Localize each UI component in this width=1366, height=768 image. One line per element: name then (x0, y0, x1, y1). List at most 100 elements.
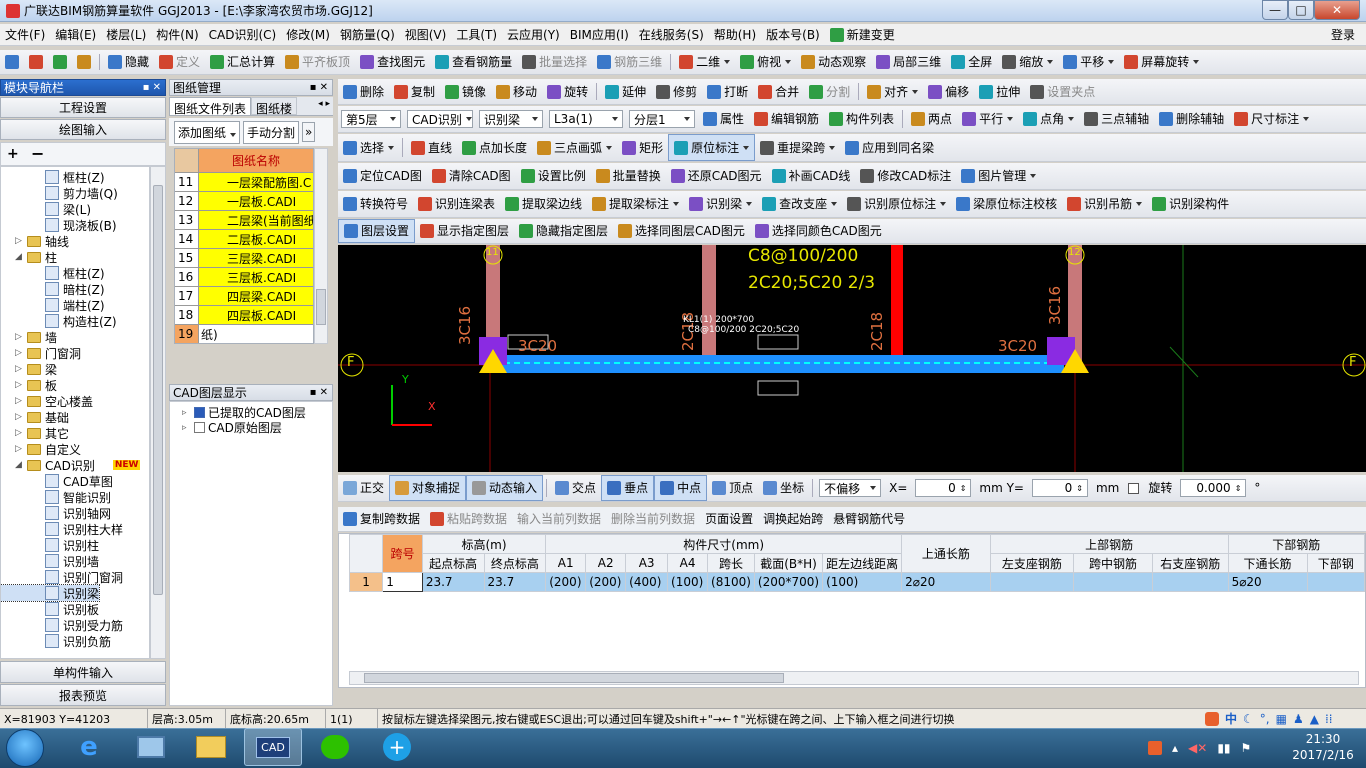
tree-folder[interactable]: ▷ 自定义 (1, 441, 81, 457)
tb6-3-button[interactable]: 提取梁标注 (587, 191, 684, 217)
moon-icon[interactable]: ☾ (1243, 712, 1254, 726)
tree-folder[interactable]: ▷ 轴线 (1, 233, 69, 249)
tree-item[interactable]: 构造柱(Z) (1, 313, 117, 329)
tree-item[interactable]: 智能识别 (1, 489, 111, 505)
tb4-4-button[interactable]: 矩形 (617, 134, 668, 161)
tb2-1-button[interactable]: 复制 (389, 79, 440, 104)
minimize-button[interactable]: — (1262, 0, 1288, 20)
tb2-2-button[interactable]: 镜像 (440, 79, 491, 104)
tree-folder[interactable]: ▷ 空心楼盖 (1, 393, 93, 409)
user-icon[interactable]: ♟ (1293, 712, 1304, 726)
tree-folder[interactable]: ▷ 门窗洞 (1, 345, 81, 361)
tb2-4-button[interactable]: 旋转 (542, 79, 593, 104)
tb6-0-button[interactable]: 转换符号 (338, 191, 413, 217)
taskbar-wechat[interactable] (306, 728, 364, 766)
tb5-1-button[interactable]: 清除CAD图 (427, 163, 516, 189)
expand-arrow-icon[interactable]: ▷ (15, 332, 27, 342)
tree-item[interactable]: 暗柱(Z) (1, 281, 105, 297)
taskbar-ggj[interactable]: CAD (244, 728, 302, 766)
tree-item[interactable]: 框柱(Z) (1, 169, 105, 185)
tb3-6-button[interactable]: 三点辅轴 (1079, 106, 1154, 132)
list-item[interactable]: 18 四层板.CADI (175, 306, 313, 325)
menu-item-12[interactable]: 帮助(H) (709, 24, 761, 45)
single-component-button[interactable]: 单构件输入 (0, 661, 166, 683)
tb5-6-button[interactable]: 修改CAD标注 (855, 163, 956, 189)
tree-item[interactable]: 现浇板(B) (1, 217, 117, 233)
nav-tree-scrollbar[interactable] (150, 166, 166, 659)
tree-item[interactable]: 识别柱大样 (1, 521, 123, 537)
tree-folder[interactable]: ▷ 墙 (1, 329, 57, 345)
tb1-13-button[interactable]: 缩放 (997, 50, 1058, 74)
rotate-checkbox[interactable] (1128, 482, 1140, 494)
expand-arrow-icon[interactable]: ◢ (15, 460, 27, 470)
taskbar-computer[interactable] (122, 728, 180, 766)
layer-select[interactable]: 分层1 (629, 110, 695, 128)
menu-item-9[interactable]: 云应用(Y) (502, 24, 565, 45)
list-item[interactable]: 15 三层梁.CADI (175, 249, 313, 268)
tb3-0-button[interactable]: 属性 (698, 106, 749, 132)
coordinate-toggle[interactable]: 坐标 (758, 475, 809, 501)
tb7-0-button[interactable]: 图层设置 (338, 219, 416, 243)
tb2-10-button[interactable]: 对齐 (862, 79, 923, 104)
menu-item-2[interactable]: 楼层(L) (101, 24, 151, 45)
expand-arrow-icon[interactable]: ▷ (15, 348, 27, 358)
list-item[interactable]: 19 纸) (175, 325, 313, 343)
show-hidden-icon[interactable]: ▴ (1172, 741, 1178, 755)
toolbar-overflow-icon[interactable]: » (302, 122, 316, 142)
cad-select[interactable]: CAD识别 (407, 110, 473, 128)
grid-icon[interactable]: ⁞⁞ (1325, 712, 1333, 726)
tb2-8-button[interactable]: 合并 (753, 79, 804, 104)
expand-arrow-icon[interactable]: ▷ (15, 428, 27, 438)
tb5-4-button[interactable]: 还原CAD图元 (666, 163, 767, 189)
pin-icon[interactable]: ▪ ✕ (310, 387, 328, 398)
tb4-5-button[interactable]: 原位标注 (668, 134, 756, 161)
tb2-3-button[interactable]: 移动 (491, 79, 542, 104)
tb6-8-button[interactable]: 识别吊筋 (1062, 191, 1147, 217)
expand-arrow-icon[interactable]: ◢ (15, 252, 27, 262)
flag-icon[interactable]: ⚑ (1241, 741, 1252, 755)
tb1-1-button[interactable]: 定义 (154, 50, 205, 74)
tb2-0-button[interactable]: 删除 (338, 79, 389, 104)
tb6-5-button[interactable]: 查改支座 (757, 191, 842, 217)
tree-item[interactable]: 识别受力筋 (1, 617, 123, 633)
l3a-select[interactable]: L3a(1) (549, 110, 623, 128)
menu-item-1[interactable]: 编辑(E) (50, 24, 101, 45)
tbl-6-button[interactable]: 悬臂钢筋代号 (828, 507, 910, 531)
menu-item-7[interactable]: 视图(V) (400, 24, 452, 45)
list-item[interactable]: 13 二层梁(当前图纸 (175, 211, 313, 230)
tbl-0-button[interactable]: 复制跨数据 (338, 507, 425, 531)
menu-item-13[interactable]: 版本号(B) (761, 24, 825, 45)
drawing-list-scrollbar[interactable] (314, 148, 328, 344)
tb6-4-button[interactable]: 识别梁 (684, 191, 757, 217)
collapse-all-icon[interactable]: − (31, 144, 44, 163)
rotate-input[interactable]: 0.000 ⇕ (1180, 479, 1247, 497)
tb3-8-button[interactable]: 尺寸标注 (1229, 106, 1314, 132)
tree-item[interactable]: 框柱(Z) (1, 265, 105, 281)
shirt-icon[interactable]: ▲ (1310, 712, 1319, 726)
tb2-13-button[interactable]: 设置夹点 (1025, 79, 1100, 104)
menu-item-11[interactable]: 在线服务(S) (634, 24, 709, 45)
menu-item-5[interactable]: 修改(M) (281, 24, 335, 45)
object-snap-toggle[interactable]: 对象捕捉 (389, 475, 467, 501)
maximize-button[interactable]: □ (1288, 0, 1314, 20)
tb5-7-button[interactable]: 图片管理 (956, 163, 1041, 189)
tb1-4-button[interactable]: 查找图元 (355, 50, 430, 74)
tb4-6-button[interactable]: 重提梁跨 (755, 134, 840, 161)
tree-folder[interactable]: ▷ 其它 (1, 425, 69, 441)
tb6-6-button[interactable]: 识别原位标注 (842, 191, 951, 217)
tbl-3-button[interactable]: 删除当前列数据 (606, 507, 700, 531)
tbl-4-button[interactable]: 页面设置 (700, 507, 758, 531)
login-link[interactable]: 登录 (1326, 24, 1360, 45)
tb6-1-button[interactable]: 识别连梁表 (413, 191, 500, 217)
tb3-7-button[interactable]: 删除辅轴 (1154, 106, 1229, 132)
sogou-tray-icon[interactable] (1148, 741, 1162, 755)
menu-item-10[interactable]: BIM应用(I) (565, 24, 634, 45)
new-change-9-button[interactable]: 新建变更 (825, 24, 900, 45)
tree-item[interactable]: 识别柱 (1, 537, 99, 553)
tb4-0-button[interactable]: 选择 (338, 134, 399, 161)
report-preview-button[interactable]: 报表预览 (0, 684, 166, 706)
tb6-7-button[interactable]: 梁原位标注校核 (951, 191, 1062, 217)
menu-item-3[interactable]: 构件(N) (151, 24, 203, 45)
offset-select[interactable]: 不偏移 (819, 479, 882, 497)
tree-item[interactable]: 剪力墙(Q) (1, 185, 118, 201)
